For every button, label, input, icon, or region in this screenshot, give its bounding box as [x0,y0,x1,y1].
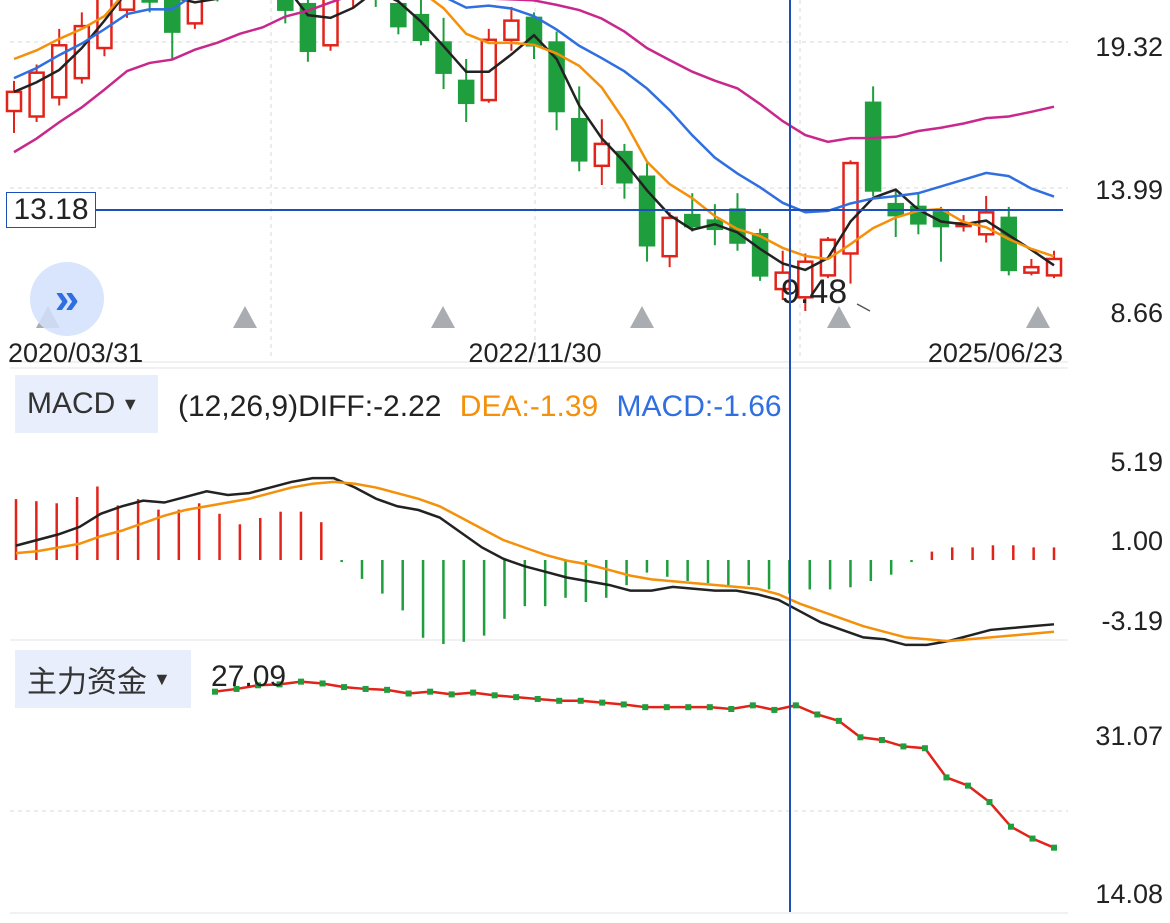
candle-body [638,175,656,247]
fund-point [298,678,305,685]
caret-down-icon: ▼ [153,668,171,689]
fund-point [362,685,369,692]
candle-body [661,216,678,258]
fund-point [642,704,649,711]
fund-tick-label: 31.07 [1095,721,1163,751]
fund-point [319,680,326,687]
event-marker [233,306,257,328]
fund-point [534,695,541,702]
candle-body [390,2,407,28]
crosshair-price-label: 13.18 [6,192,96,228]
candle-body [864,101,882,192]
candle-body [277,0,294,11]
fund-point [599,699,606,706]
fund-point [857,734,864,741]
candle-body [118,0,136,11]
macd-value: MACD:-1.66 [616,390,782,423]
fund-point [921,745,928,752]
price-tick-label: 8.66 [1110,298,1163,328]
candle-body [684,213,701,228]
dea-line [15,480,1055,643]
fund-point [341,684,348,691]
caret-down-icon: ▼ [121,393,140,414]
date-tick-label: 2025/06/23 [928,338,1063,368]
candle-body [593,142,611,168]
fund-tick-label: 14.08 [1095,879,1163,909]
candlestick-series [5,0,1063,311]
candle-body [5,90,23,113]
event-markers [36,306,1050,328]
fund-point [728,706,735,713]
fund-selector-label: 主力资金 [27,666,147,699]
fund-point [749,702,756,709]
candle-body [1023,265,1040,274]
date-tick-label: 2020/03/31 [8,338,143,368]
candle-body [1000,216,1018,272]
fund-point [835,717,842,724]
fund-point [771,706,778,713]
candle-body [503,19,520,42]
macd-tick-label: -3.19 [1101,606,1163,636]
price-grid [10,0,1068,914]
fund-point [1029,835,1036,842]
fund-point [878,737,885,744]
dea-value: DEA:-1.39 [459,390,599,423]
expand-chevron-icon[interactable]: » [30,262,104,336]
price-tick-label: 13.99 [1095,175,1163,205]
fund-point [620,701,627,708]
macd-tick-label: 5.19 [1110,447,1163,477]
fund-point [792,702,799,709]
event-marker [431,306,455,328]
macd-lines [15,476,1055,647]
fund-point [470,689,477,696]
fund-point [986,799,993,806]
fund-point [900,743,907,750]
fund-point [964,782,971,789]
candle-body [457,79,475,105]
macd-indicator-selector[interactable]: MACD ▼ [15,375,158,433]
event-marker [1026,306,1050,328]
fund-point [685,704,692,711]
diff-line [15,476,1055,647]
candle-body [141,0,158,3]
macd-legend: (12,26,9)DIFF:-2.22 DEA:-1.39 MACD:-1.66 [178,390,782,424]
date-tick-label: 2022/11/30 [468,338,601,368]
macd-selector-label: MACD [27,387,116,420]
main-fund-line [212,678,1057,851]
stock-chart[interactable]: 19.32 13.99 8.66 2020/03/31 2022/11/30 2… [0,0,1170,923]
macd-params: (12,26,9) [178,390,299,423]
fund-indicator-selector[interactable]: 主力资金 ▼ [15,650,191,708]
fund-point [1007,823,1014,830]
candle-body [751,233,769,277]
fund-point [663,704,670,711]
fund-point [448,691,455,698]
candle-body [322,0,339,47]
price-tick-label: 19.32 [1095,32,1163,62]
fund-point [706,704,713,711]
low-label-pointer [856,303,871,312]
fund-point [384,686,391,693]
fund-point [513,694,520,701]
macd-histogram [14,486,1056,644]
candle-body [480,38,498,102]
macd-tick-label: 1.00 [1110,526,1163,556]
fund-point [491,692,498,699]
event-marker [630,306,654,328]
fund-point [427,688,434,695]
fund-point [556,697,563,704]
fund-point [814,711,821,718]
fund-value: 27.09 [211,660,287,693]
fund-point [577,697,584,704]
candle-body [570,117,588,162]
fund-point [405,690,412,697]
fund-point [1051,844,1057,851]
fund-line [214,680,1055,849]
fund-point [943,774,950,781]
candle-body [96,0,113,50]
diff-value: DIFF:-2.22 [298,390,442,423]
